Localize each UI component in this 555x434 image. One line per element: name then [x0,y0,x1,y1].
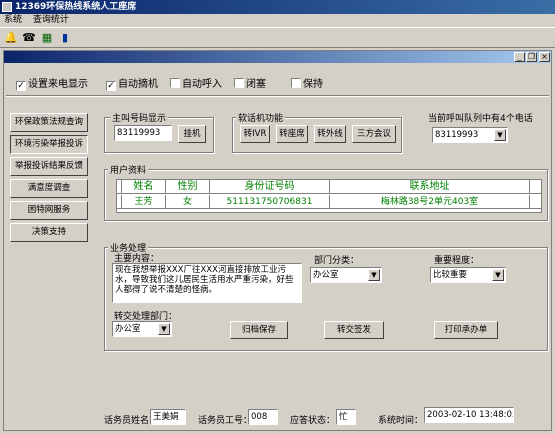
menu-system[interactable]: 系统 [4,15,22,25]
operator-name-field[interactable]: 王美娟 [150,409,186,425]
header-id: 身份证号码 [210,180,330,194]
transfer-external-button[interactable]: 转外线 [314,125,346,143]
dnd-checkbox[interactable]: 闭塞 [234,75,266,90]
soft-phone-legend: 软话机功能 [236,111,286,124]
seat-window: _ ❐ × ✓ 设置来电显示 ✓ 自动摘机 自动呼入 闭塞 保持 环保政策法规查询 … [3,50,552,431]
cell-id: 511131750706831 [210,195,330,209]
dept-select[interactable]: 办公室 ▼ [310,267,382,283]
user-info-table: 姓名 性别 身份证号码 联系地址 王芳 女 511131750706831 梅林… [116,179,542,213]
nav-satisfaction-survey[interactable]: 满意度调查 [10,179,88,198]
window-title: 12369环保热线系统人工座席 [15,2,137,12]
table-row[interactable]: 王芳 女 511131750706831 梅林路38号2单元403室 [117,195,541,209]
importance-select[interactable]: 比较重要 ▼ [430,267,506,283]
chevron-down-icon[interactable]: ▼ [494,129,506,141]
time-field: 2003-02-10 13:48:03 [424,407,514,423]
header-address: 联系地址 [330,180,530,194]
cell-name: 王芳 [122,195,166,209]
operator-id-label: 话务员工号： [198,416,253,426]
three-way-conference-button[interactable]: 三方会议 [352,125,396,143]
table-header: 姓名 性别 身份证号码 联系地址 [117,180,541,194]
check-icon: ✓ [16,81,26,91]
transfer-sign-button[interactable]: 转交签发 [324,321,384,339]
hold-checkbox[interactable]: 保持 [291,75,323,90]
nav-decision-support[interactable]: 决策支持 [10,223,88,242]
operator-name-label: 话务员姓名 [104,416,150,426]
queue-select[interactable]: 83119993 ▼ [432,127,508,143]
nav-policy-query[interactable]: 环保政策法规查询 [10,113,88,132]
nav-report-feedback[interactable]: 举报投诉结果反馈 [10,157,88,176]
phone-icon[interactable]: ☎ [22,31,36,45]
toolbar: 🔔 ☎ ▦ ▮ [0,27,555,48]
importance-label: 重要程度： [434,256,480,266]
hangup-button[interactable]: 挂机 [178,125,206,143]
auto-pickup-checkbox[interactable]: ✓ 自动摘机 [106,75,158,91]
transfer-seat-button[interactable]: 转座席 [276,125,308,143]
nav-pollution-report[interactable]: 环境污染举报投诉 [10,135,88,154]
menu-query-stats[interactable]: 查询统计 [33,15,69,25]
cell-address: 梅林路38号2单元403室 [330,195,530,209]
close-icon[interactable]: × [539,52,550,62]
print-form-button[interactable]: 打印承办单 [434,321,498,339]
user-info-legend: 用户资料 [108,163,149,176]
time-label: 系统时间： [378,416,424,426]
content-textarea[interactable]: 现在我想举报XXX厂往XXX河直接排放工业污水，导致我们这儿居民生活用水严重污染… [112,263,302,303]
chart-icon[interactable]: ▮ [58,31,72,45]
chevron-down-icon[interactable]: ▼ [368,269,380,281]
dept-label: 部门分类： [314,256,360,266]
state-label: 应答状态： [290,416,336,426]
auto-call-in-checkbox[interactable]: 自动呼入 [170,75,222,90]
divider [6,95,549,97]
chevron-down-icon[interactable]: ▼ [158,323,170,335]
nav-internet-service[interactable]: 困特网服务 [10,201,88,220]
queue-label: 当前呼叫队列中有4个电话 [428,114,533,124]
caller-id-checkbox[interactable]: ✓ 设置来电显示 [16,75,88,91]
minimize-icon[interactable]: _ [514,52,525,62]
operator-id-field[interactable]: 008 [248,409,278,425]
archive-save-button[interactable]: 归档保存 [230,321,288,339]
check-icon: ✓ [106,81,116,91]
header-name: 姓名 [122,180,166,194]
transfer-ivr-button[interactable]: 转IVR [240,125,270,143]
state-field[interactable]: 忙 [336,409,356,425]
menu-bar: 系统 查询统计 [0,14,555,26]
child-title-bar: _ ❐ × [4,51,551,63]
transfer-dept-select[interactable]: 办公室 ▼ [112,321,172,337]
header-gender: 性别 [166,180,210,194]
main-number-field[interactable]: 83119993 [114,125,172,141]
bell-icon[interactable]: 🔔 [4,31,18,45]
chevron-down-icon[interactable]: ▼ [492,269,504,281]
network-icon[interactable]: ▦ [40,31,54,45]
restore-icon[interactable]: ❐ [526,52,537,62]
app-icon [2,2,12,12]
window-title-bar: 12369环保热线系统人工座席 [0,0,555,14]
main-number-legend: 主叫号码显示 [110,111,169,124]
cell-gender: 女 [166,195,210,209]
